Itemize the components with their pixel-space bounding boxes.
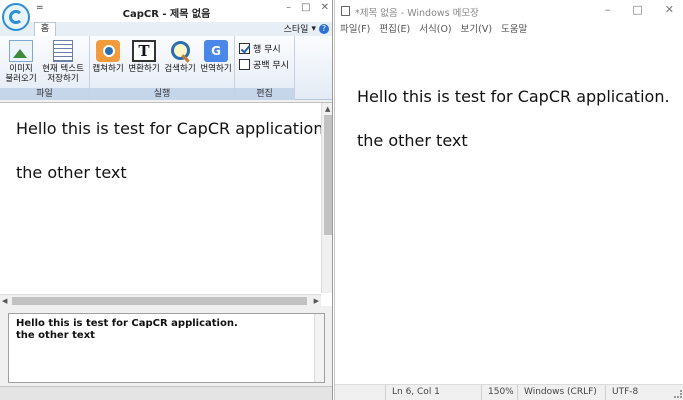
convert-button[interactable]: T 변환하기: [126, 40, 162, 74]
notepad-document[interactable]: Hello this is test for CapCR application…: [335, 38, 683, 378]
ignore-spaces-label: 공백 무시: [253, 60, 289, 71]
help-icon[interactable]: ?: [319, 23, 329, 34]
scroll-right-icon[interactable]: ▶: [314, 295, 319, 307]
save-text-label: 현재 텍스트 저장하기: [42, 64, 84, 84]
convert-label: 변환하기: [128, 64, 160, 74]
notepad-window-controls: – □ ✕: [605, 3, 674, 16]
load-image-label: 이미지 불러오기: [5, 64, 37, 84]
notepad-text[interactable]: Hello this is test for CapCR application…: [357, 86, 670, 152]
ignore-spaces-checkbox[interactable]: 공백 무시: [239, 58, 319, 71]
menu-view[interactable]: 보기(V): [461, 22, 492, 38]
load-image-button[interactable]: 이미지 불러오기: [4, 40, 38, 84]
search-icon: [168, 40, 192, 62]
notepad-titlebar: *제목 없음 - Windows 메모장 – □ ✕: [335, 0, 683, 22]
result-scrollbar[interactable]: [314, 314, 324, 382]
scroll-left-icon[interactable]: ◀: [2, 295, 7, 307]
ribbon-group-file: 이미지 불러오기 현재 텍스트 저장하기 파일: [0, 36, 90, 100]
notepad-minimize-button[interactable]: –: [605, 3, 611, 16]
checkbox-checked-icon: [239, 42, 250, 54]
maximize-button[interactable]: □: [301, 2, 310, 13]
notepad-window: *제목 없음 - Windows 메모장 – □ ✕ 파일(F) 편집(E) 서…: [334, 0, 683, 400]
scroll-up-icon[interactable]: ▲: [325, 103, 330, 115]
ribbon-group-edit: 행 무시 공백 무시 편집: [235, 36, 295, 100]
result-text[interactable]: Hello this is test for CapCR application…: [16, 318, 238, 342]
minimize-button[interactable]: –: [286, 2, 291, 13]
source-text-editor[interactable]: Hello this is test for CapCR application…: [0, 102, 332, 306]
notepad-statusbar: Ln 6, Col 1 150% Windows (CRLF) UTF-8: [335, 384, 683, 400]
vertical-scrollbar[interactable]: ▲: [321, 103, 332, 293]
menu-format[interactable]: 서식(O): [419, 22, 451, 38]
status-cursor-position: Ln 6, Col 1: [385, 385, 485, 400]
style-menu[interactable]: 스타일 ▾ ?: [284, 22, 329, 35]
editor-text[interactable]: Hello this is test for CapCR application…: [16, 118, 329, 184]
text-convert-icon: T: [132, 40, 156, 62]
status-zoom: 150%: [481, 385, 517, 400]
style-menu-label: 스타일: [283, 25, 309, 35]
group-label-edit: 편집: [235, 88, 294, 100]
ignore-lines-label: 행 무시: [253, 44, 281, 55]
group-label-file: 파일: [0, 88, 89, 100]
notepad-maximize-button[interactable]: □: [632, 3, 642, 16]
status-encoding: UTF-8: [605, 385, 665, 400]
status-line-ending: Windows (CRLF): [517, 385, 609, 400]
horizontal-scrollbar[interactable]: ◀ ▶: [0, 294, 321, 306]
capcr-logo-icon: [9, 10, 23, 24]
translate-button[interactable]: G 번역하기: [198, 40, 234, 74]
search-button[interactable]: 검색하기: [162, 40, 198, 74]
text-file-icon: [53, 40, 73, 62]
image-icon: [9, 40, 33, 62]
camera-icon: [96, 40, 120, 62]
notepad-icon: [341, 6, 350, 16]
menu-help[interactable]: 도움말: [501, 22, 527, 38]
menu-edit[interactable]: 편집(E): [379, 22, 410, 38]
horizontal-scroll-thumb[interactable]: [12, 297, 307, 305]
search-label: 검색하기: [164, 64, 196, 74]
ribbon: 이미지 불러오기 현재 텍스트 저장하기 파일 캡쳐하기 T 변환하기 검색하기: [0, 36, 332, 100]
capcr-statusbar: [0, 386, 332, 400]
notepad-title: *제목 없음 - Windows 메모장: [355, 8, 479, 19]
translate-icon: G: [204, 40, 228, 62]
capture-label: 캡쳐하기: [92, 64, 124, 74]
tab-home[interactable]: 홈: [34, 22, 56, 36]
window-title: CapCR - 제목 없음: [122, 9, 211, 20]
notepad-menubar: 파일(F) 편집(E) 서식(O) 보기(V) 도움말: [335, 22, 683, 38]
capture-button[interactable]: 캡쳐하기: [90, 40, 126, 74]
checkbox-unchecked-icon: [239, 58, 250, 70]
result-text-box[interactable]: Hello this is test for CapCR application…: [8, 313, 325, 383]
app-menu-button[interactable]: [2, 3, 30, 31]
capcr-window: = CapCR - 제목 없음 – □ ✕ 홈 스타일 ▾ ? 이미지 불러오기…: [0, 0, 333, 400]
close-button[interactable]: ✕: [321, 2, 329, 13]
translate-label: 번역하기: [200, 64, 232, 74]
vertical-scroll-thumb[interactable]: [324, 115, 332, 235]
ribbon-group-run: 캡쳐하기 T 변환하기 검색하기 G 번역하기 실행: [90, 36, 235, 100]
window-controls: – □ ✕: [286, 2, 329, 13]
capcr-titlebar: = CapCR - 제목 없음 – □ ✕: [0, 0, 332, 22]
ribbon-tab-row: 홈 스타일 ▾ ?: [0, 22, 332, 36]
notepad-close-button[interactable]: ✕: [665, 3, 674, 16]
group-label-run: 실행: [90, 88, 234, 100]
resize-grip-icon[interactable]: [674, 390, 682, 398]
save-text-button[interactable]: 현재 텍스트 저장하기: [38, 40, 88, 84]
ignore-lines-checkbox[interactable]: 행 무시: [239, 42, 319, 55]
chevron-down-icon: ▾: [311, 23, 316, 34]
menu-file[interactable]: 파일(F): [340, 22, 370, 38]
